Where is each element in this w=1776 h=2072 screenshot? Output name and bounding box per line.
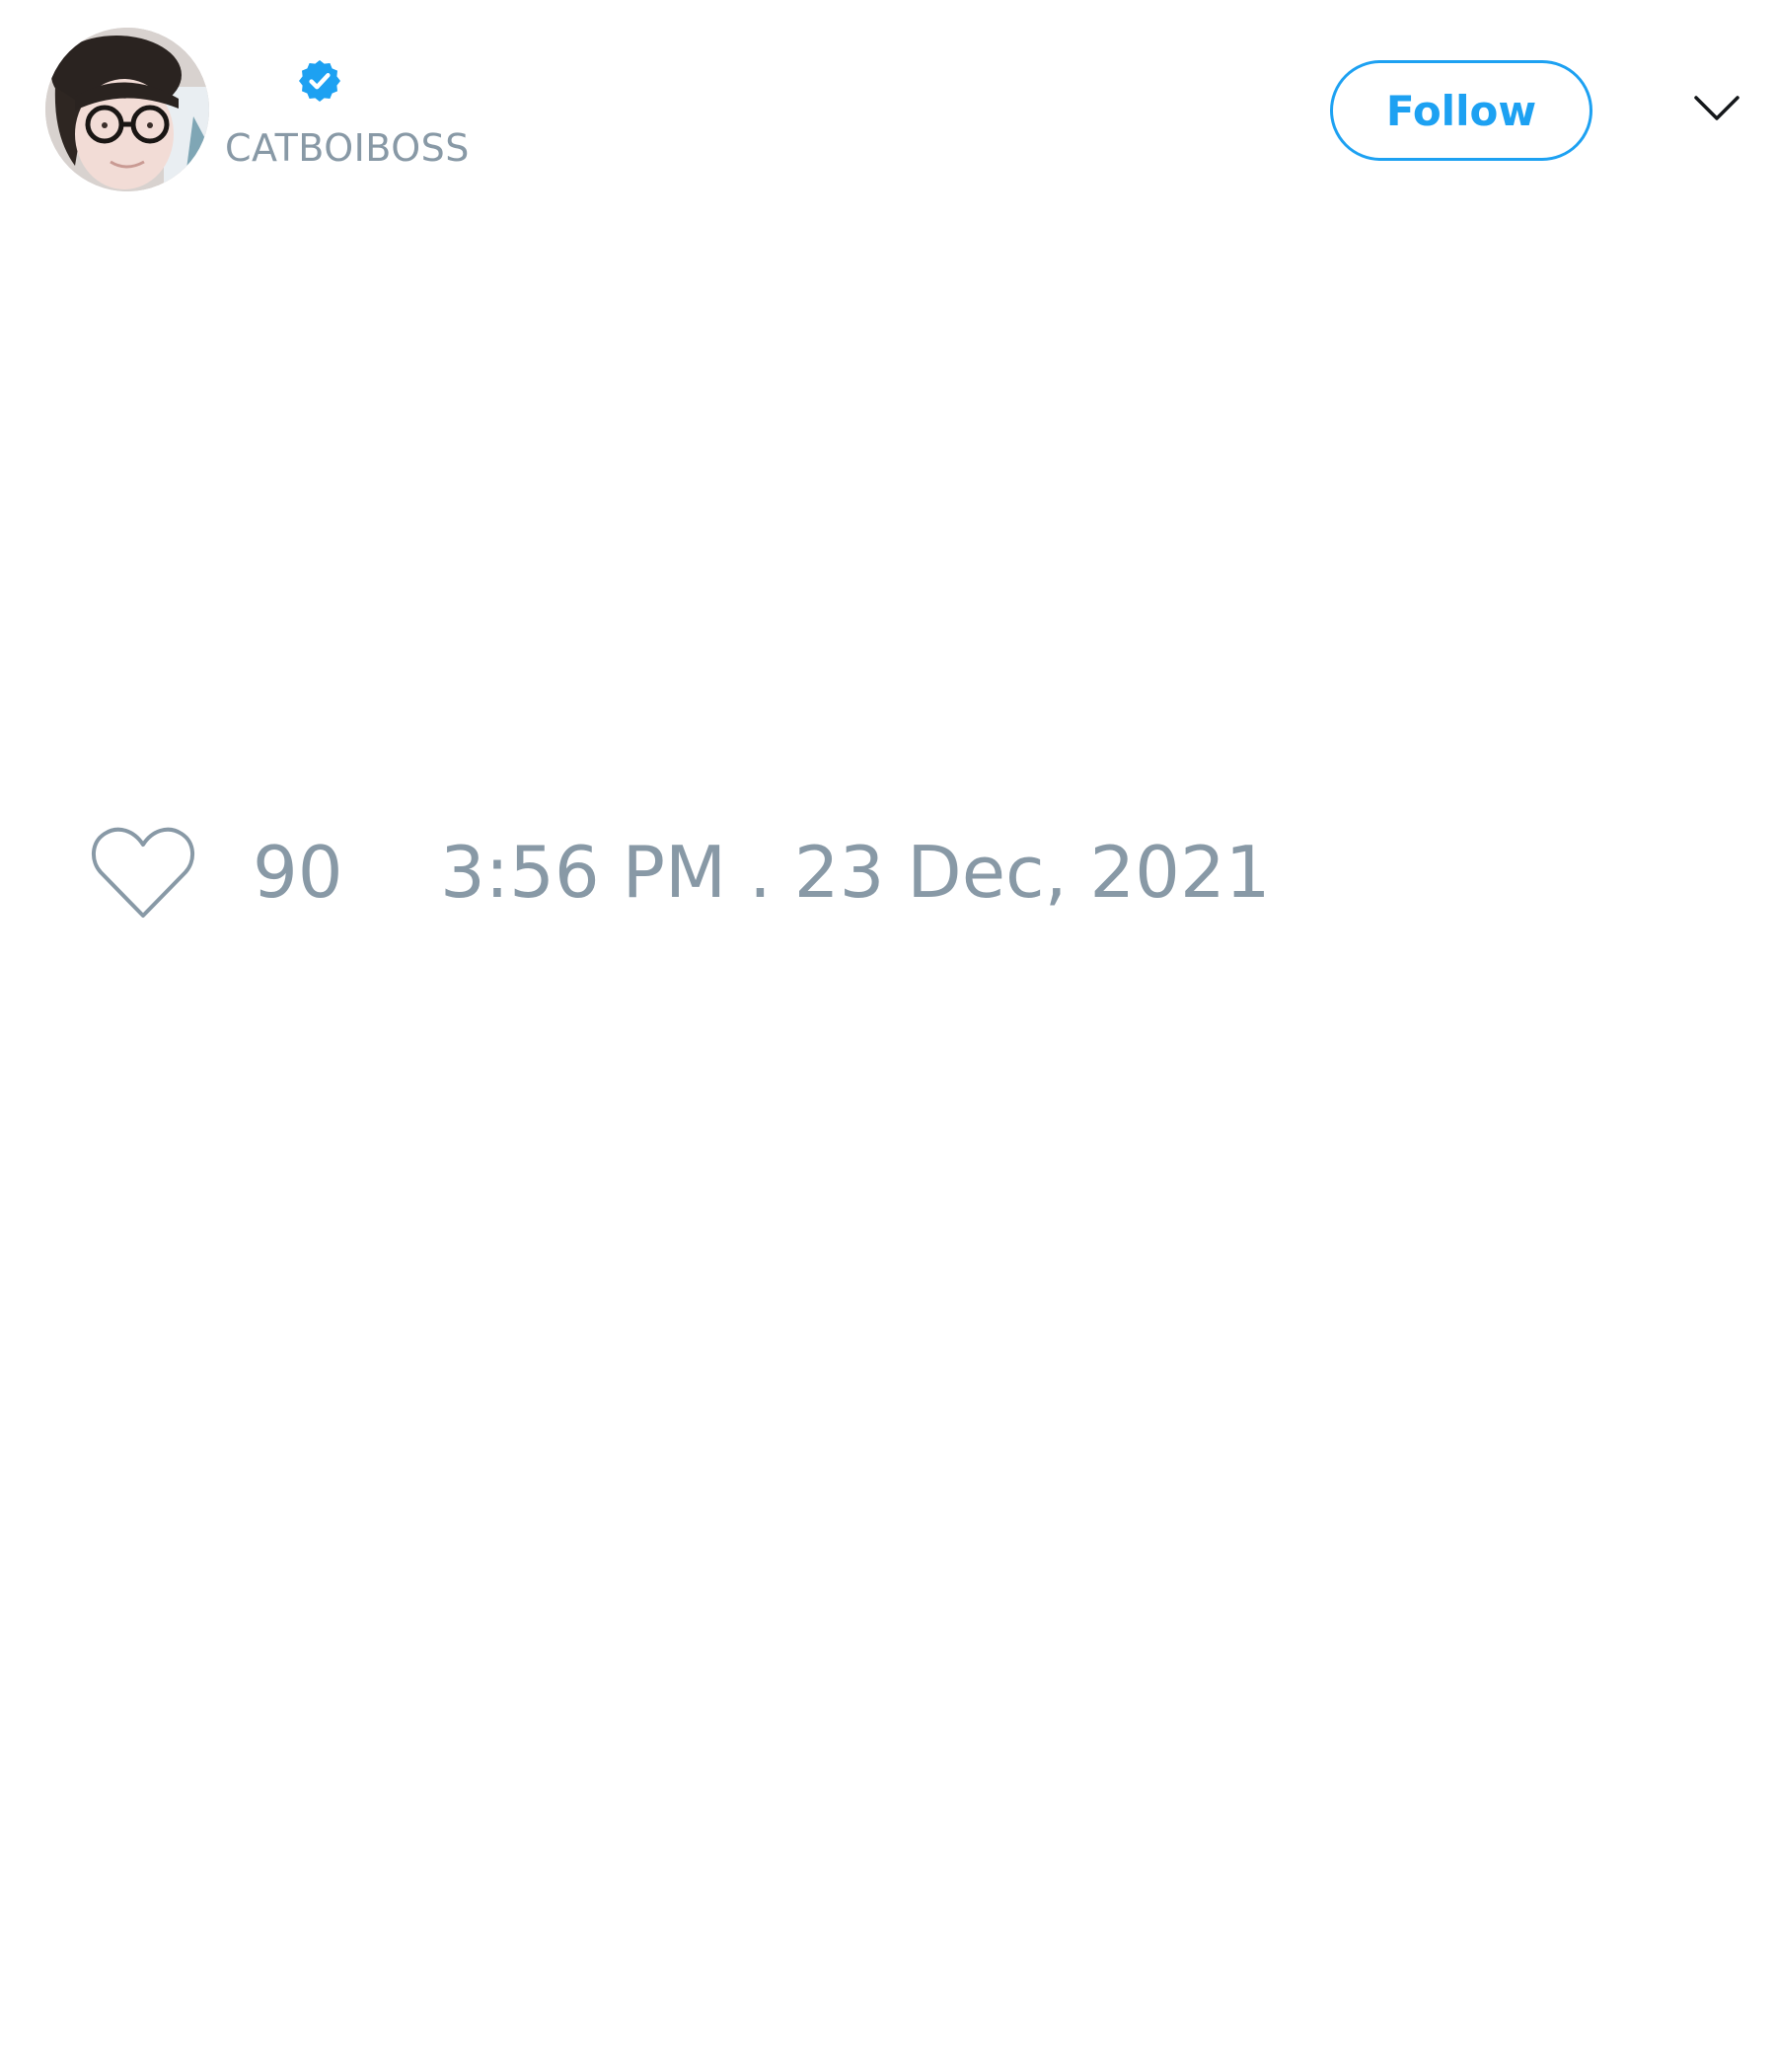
verified-badge-icon bbox=[299, 60, 340, 102]
avatar-photo bbox=[45, 28, 209, 191]
avatar[interactable] bbox=[45, 28, 209, 191]
tweet-card: CATBOIBOSS Follow 90 3:56 PM . 23 Dec, 2… bbox=[0, 0, 1776, 2072]
tweet-footer: 90 3:56 PM . 23 Dec, 2021 bbox=[0, 809, 1776, 927]
follow-button[interactable]: Follow bbox=[1330, 60, 1592, 161]
chevron-down-icon[interactable] bbox=[1693, 93, 1740, 124]
author-handle[interactable]: CATBOIBOSS bbox=[225, 126, 470, 170]
tweet-header: CATBOIBOSS Follow bbox=[0, 0, 1776, 217]
tweet-body bbox=[45, 217, 1731, 789]
heart-outline-icon[interactable] bbox=[91, 825, 195, 922]
like-count[interactable]: 90 bbox=[253, 831, 343, 914]
tweet-timestamp[interactable]: 3:56 PM . 23 Dec, 2021 bbox=[440, 831, 1271, 914]
